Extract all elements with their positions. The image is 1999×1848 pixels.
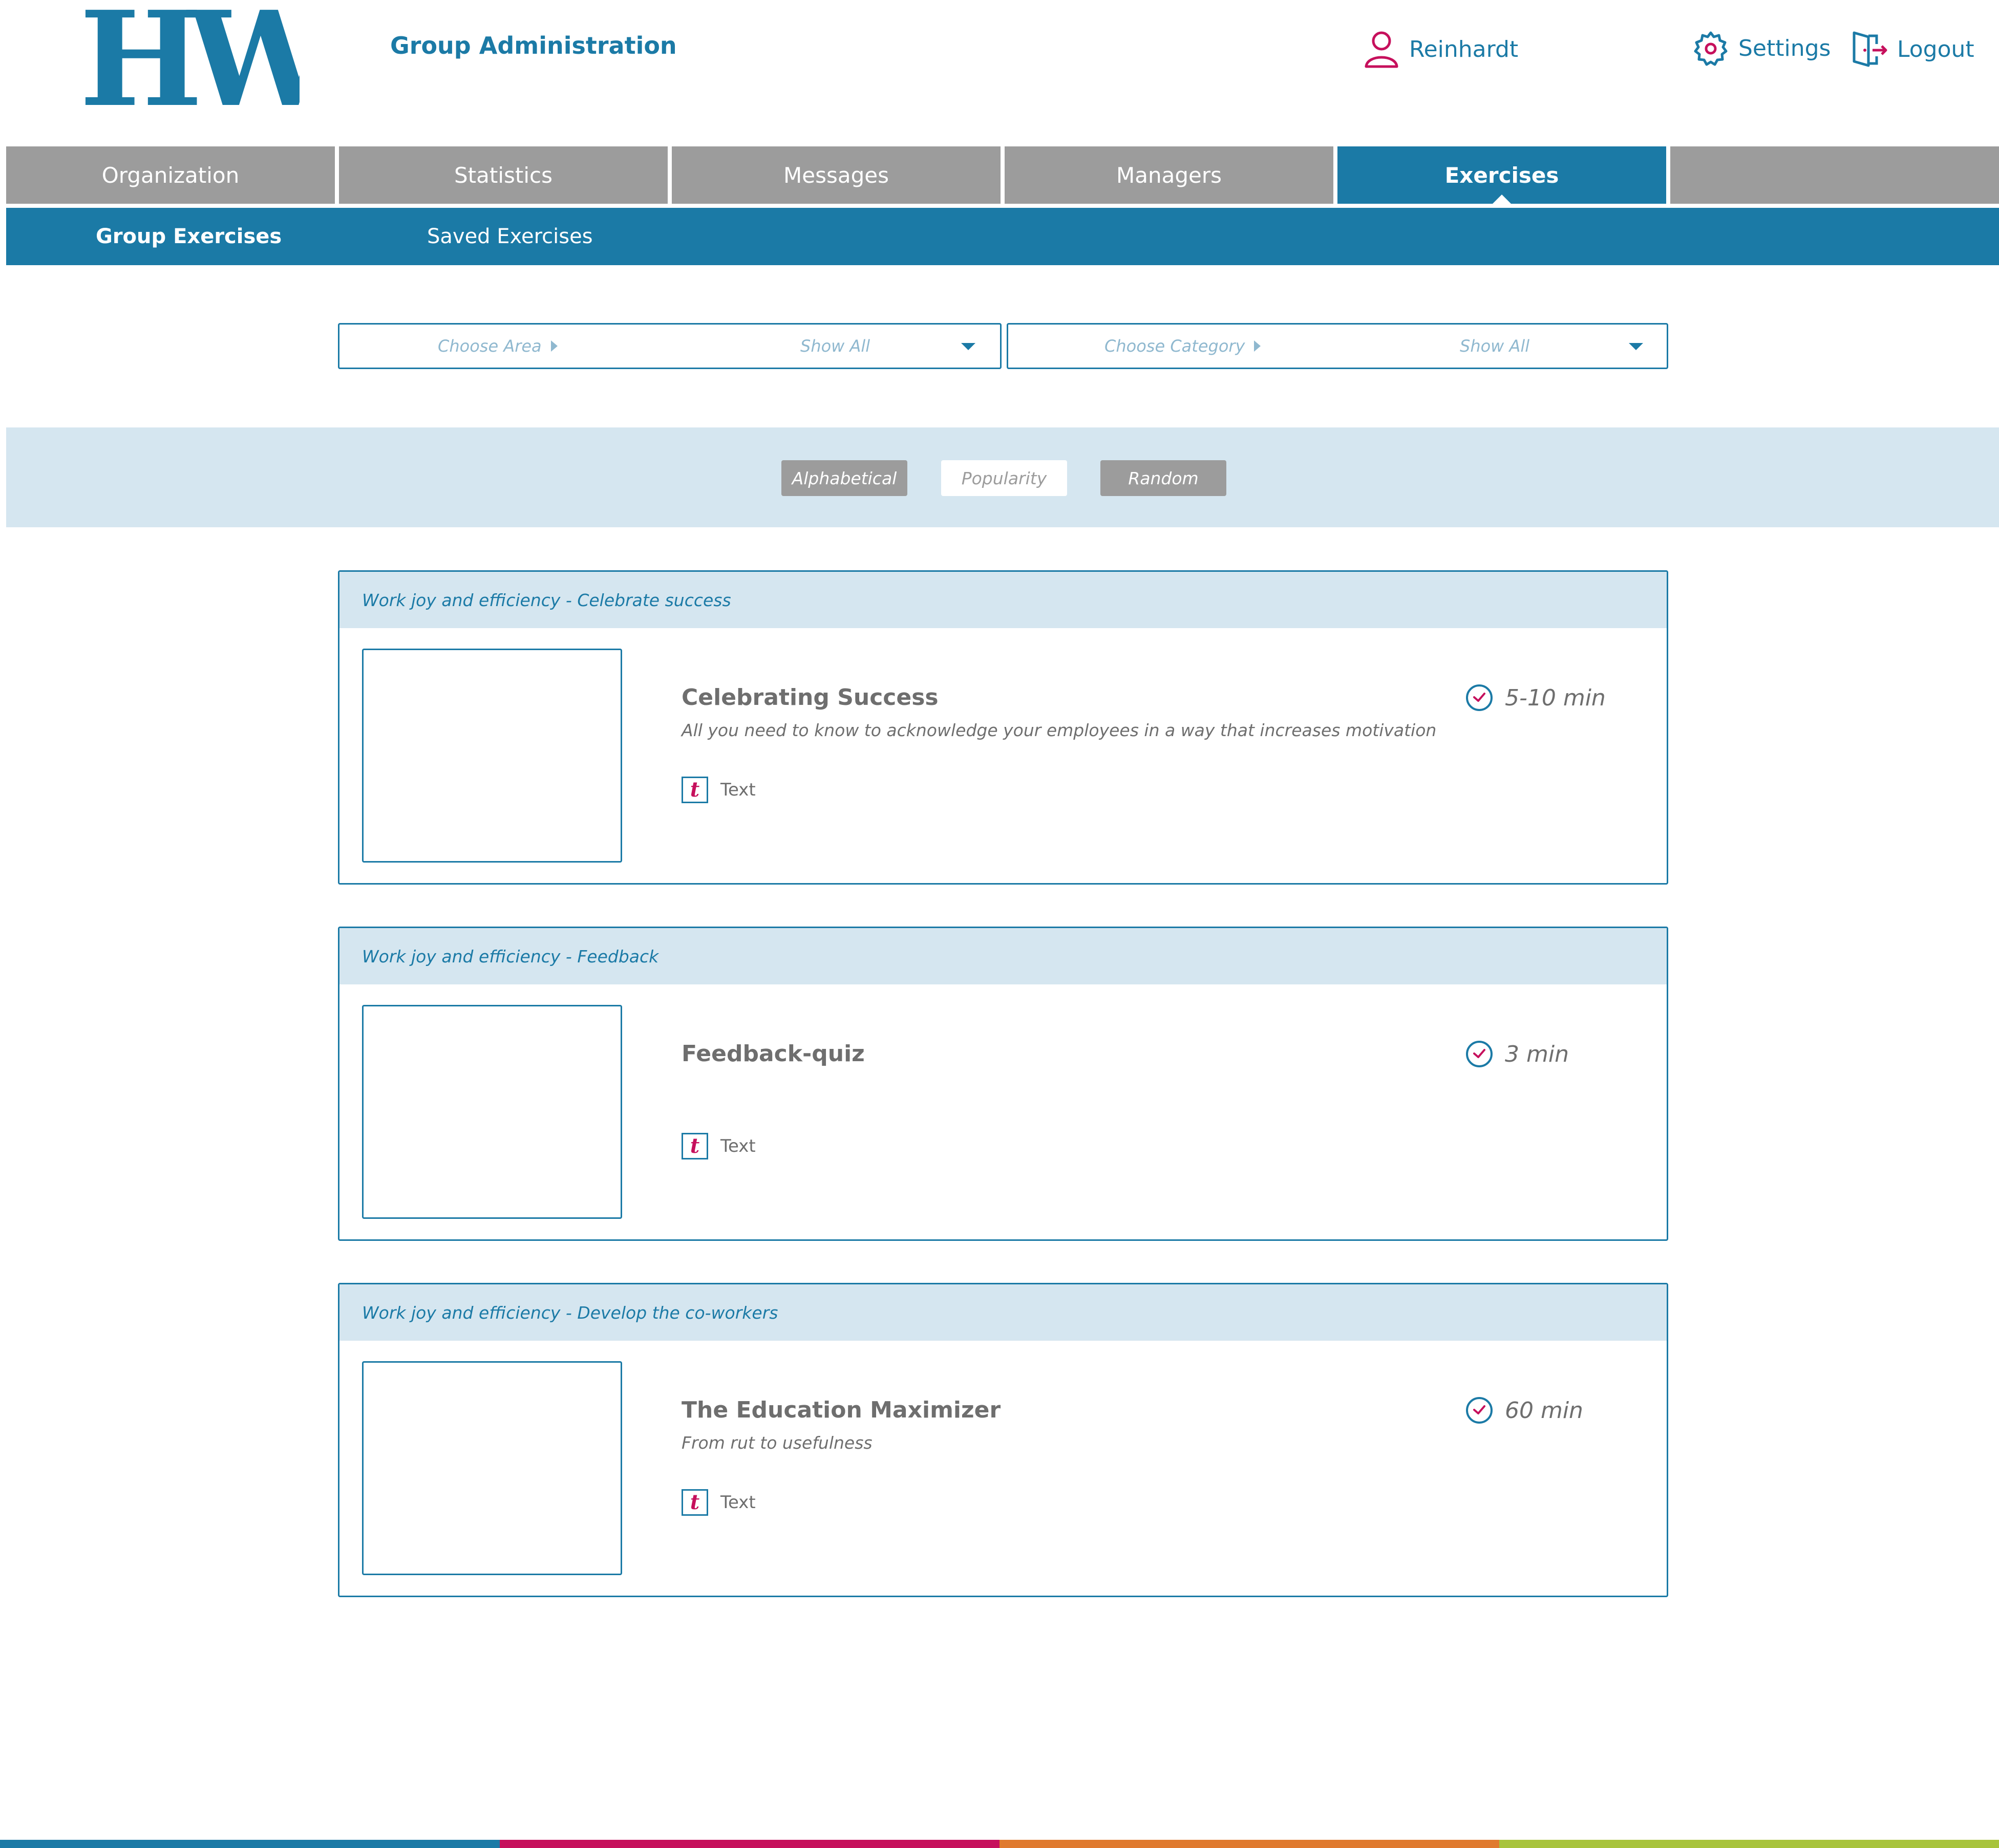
category-filter-value: Show All bbox=[1460, 336, 1530, 356]
caret-right-icon bbox=[1254, 340, 1261, 352]
footer-color-stripe bbox=[0, 1840, 1999, 1848]
exercise-card[interactable]: Work joy and efficiency - Feedback Feedb… bbox=[338, 927, 1668, 1241]
tab-organization[interactable]: Organization bbox=[6, 146, 335, 204]
exercise-card[interactable]: Work joy and efficiency - Develop the co… bbox=[338, 1283, 1668, 1597]
logo-text: HW bbox=[79, 0, 300, 108]
exercise-description: All you need to know to acknowledge your… bbox=[682, 720, 1437, 740]
tab-exercises[interactable]: Exercises bbox=[1337, 146, 1666, 204]
user-menu[interactable]: Reinhardt bbox=[1363, 30, 1518, 69]
exercise-title: Celebrating Success bbox=[682, 684, 939, 711]
tab-statistics[interactable]: Statistics bbox=[339, 146, 668, 204]
sub-tabs: Group Exercises Saved Exercises bbox=[6, 208, 1999, 265]
settings-link[interactable]: Settings bbox=[1692, 30, 1831, 67]
user-icon bbox=[1365, 31, 1398, 68]
sort-popularity-button[interactable]: Popularity bbox=[941, 460, 1067, 496]
exercise-thumbnail bbox=[362, 1005, 622, 1219]
clock-icon bbox=[1466, 684, 1493, 711]
exercise-thumbnail bbox=[362, 649, 622, 863]
exercise-duration-label: 60 min bbox=[1505, 1397, 1583, 1424]
clock-icon bbox=[1466, 1397, 1493, 1424]
exercise-category: Work joy and efficiency - Develop the co… bbox=[339, 1284, 1667, 1341]
area-filter[interactable]: Choose Area Show All bbox=[338, 323, 1002, 369]
exercise-type-label: Text bbox=[720, 1492, 756, 1513]
text-type-icon: t bbox=[682, 1133, 708, 1159]
exercise-category: Work joy and efficiency - Feedback bbox=[339, 928, 1667, 984]
exercise-type: t Text bbox=[682, 777, 756, 803]
exercise-type: t Text bbox=[682, 1489, 756, 1516]
stripe-segment bbox=[0, 1840, 500, 1848]
chevron-down-icon bbox=[961, 343, 975, 350]
caret-right-icon bbox=[550, 340, 558, 352]
exercise-type-label: Text bbox=[720, 1136, 756, 1156]
stripe-segment bbox=[1499, 1840, 1999, 1848]
exercise-title: The Education Maximizer bbox=[682, 1397, 1001, 1423]
subtab-group-exercises[interactable]: Group Exercises bbox=[96, 208, 282, 265]
exercise-card[interactable]: Work joy and efficiency - Celebrate succ… bbox=[338, 570, 1668, 885]
exercise-duration: 60 min bbox=[1465, 1396, 1583, 1425]
exercise-duration: 3 min bbox=[1465, 1040, 1569, 1068]
exercise-duration: 5-10 min bbox=[1465, 683, 1606, 712]
logo: HW bbox=[79, 0, 300, 108]
text-type-icon: t bbox=[682, 1489, 708, 1516]
sort-bar: Alphabetical Popularity Random bbox=[6, 427, 1999, 527]
settings-label: Settings bbox=[1738, 35, 1831, 61]
category-filter[interactable]: Choose Category Show All bbox=[1007, 323, 1668, 369]
text-type-icon: t bbox=[682, 777, 708, 803]
area-filter-label: Choose Area bbox=[438, 336, 542, 356]
gear-icon bbox=[1694, 31, 1728, 66]
exercise-description: From rut to usefulness bbox=[682, 1433, 873, 1453]
sort-alphabetical-button[interactable]: Alphabetical bbox=[781, 460, 907, 496]
subtab-saved-exercises[interactable]: Saved Exercises bbox=[427, 208, 593, 265]
exercise-title: Feedback-quiz bbox=[682, 1041, 865, 1067]
clock-icon bbox=[1466, 1041, 1493, 1067]
chevron-down-icon bbox=[1629, 343, 1643, 350]
exercise-category: Work joy and efficiency - Celebrate succ… bbox=[339, 572, 1667, 628]
tab-messages[interactable]: Messages bbox=[672, 146, 1001, 204]
sort-random-button[interactable]: Random bbox=[1100, 460, 1226, 496]
stripe-segment bbox=[1000, 1840, 1499, 1848]
main-tabs: Organization Statistics Messages Manager… bbox=[6, 146, 1999, 204]
tab-empty[interactable] bbox=[1670, 146, 1999, 204]
logout-link[interactable]: Logout bbox=[1851, 30, 1974, 69]
exercise-type: t Text bbox=[682, 1133, 756, 1159]
exercise-thumbnail bbox=[362, 1361, 622, 1575]
exercise-duration-label: 5-10 min bbox=[1505, 684, 1606, 711]
area-filter-value: Show All bbox=[800, 336, 870, 356]
category-filter-label: Choose Category bbox=[1104, 336, 1245, 356]
logout-label: Logout bbox=[1897, 36, 1974, 62]
user-name: Reinhardt bbox=[1409, 36, 1519, 62]
page-title: Group Administration bbox=[390, 32, 677, 59]
tab-managers[interactable]: Managers bbox=[1005, 146, 1333, 204]
logout-door-icon bbox=[1853, 31, 1887, 67]
exercise-type-label: Text bbox=[720, 780, 756, 800]
exercise-duration-label: 3 min bbox=[1505, 1041, 1569, 1067]
stripe-segment bbox=[500, 1840, 1000, 1848]
